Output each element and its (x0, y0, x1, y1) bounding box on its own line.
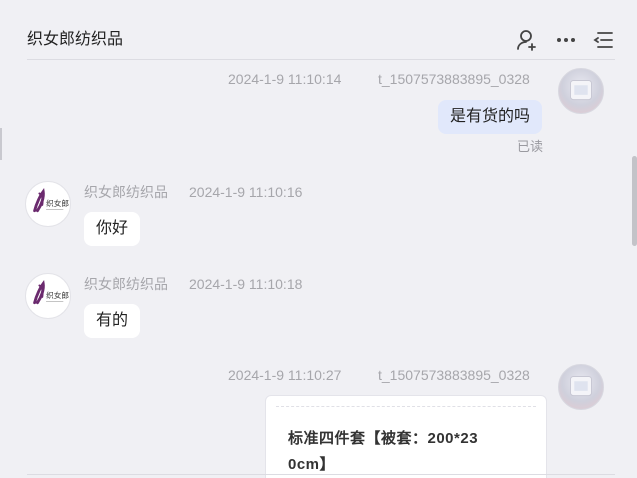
read-status: 已读 (517, 139, 544, 154)
header-divider (27, 59, 615, 60)
message-bubble: 你好 (84, 212, 141, 246)
more-icon[interactable] (554, 28, 578, 52)
card-divider (276, 406, 536, 407)
menu-list-icon[interactable] (592, 28, 616, 52)
message-timestamp: 2024-1-9 11:10:16 (189, 184, 303, 200)
product-card[interactable]: 标准四件套【被套：200*23 0cm】 (265, 395, 547, 478)
side-indicator (0, 128, 2, 160)
svg-text:织女郎: 织女郎 (46, 198, 69, 208)
svg-text:织女郎: 织女郎 (46, 290, 69, 300)
chat-title: 织女郎纺织品 (27, 31, 124, 48)
user-avatar[interactable] (558, 364, 604, 410)
message-timestamp: 2024-1-9 11:10:14 (228, 71, 342, 87)
message-sender: t_1507573883895_0328 (378, 71, 530, 87)
product-title: 标准四件套【被套：200*23 0cm】 (288, 426, 528, 478)
message-bubble: 有的 (84, 304, 141, 338)
message-timestamp: 2024-1-9 11:10:27 (228, 367, 342, 383)
message-sender: 织女郎纺织品 (84, 276, 168, 292)
user-avatar[interactable] (558, 68, 604, 114)
shop-avatar[interactable]: 织女郎 (25, 181, 71, 227)
message-sender: t_1507573883895_0328 (378, 367, 530, 383)
person-add-icon[interactable] (515, 28, 539, 52)
scrollbar[interactable] (632, 156, 637, 246)
product-title-line: 标准四件套【被套：200*23 (288, 430, 479, 447)
message-timestamp: 2024-1-9 11:10:18 (189, 276, 303, 292)
message-bubble: 是有货的吗 (438, 100, 543, 134)
shop-avatar[interactable]: 织女郎 (25, 273, 71, 319)
input-divider (27, 474, 615, 475)
chat-header: 织女郎纺织品 (0, 0, 637, 60)
message-sender: 织女郎纺织品 (84, 184, 168, 200)
